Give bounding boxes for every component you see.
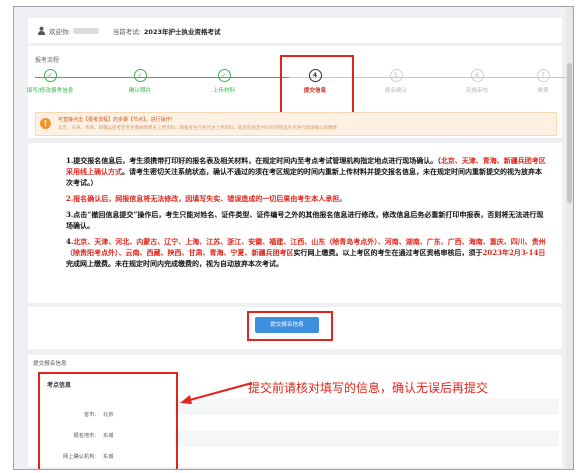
submit-info-button[interactable]: 提交报名信息 [255, 317, 319, 333]
info-value: 北京 [103, 412, 114, 418]
step-number: 5 [389, 69, 403, 82]
step-6[interactable]: 6 资格审核 [447, 69, 507, 94]
step-label: 确认照片 [128, 88, 152, 94]
step-label: 资格审核 [465, 88, 489, 94]
info-value: 东城 [103, 433, 114, 439]
instruction-3: 3.点击“撤回信息提交”操作后，考生只能对姓名、证件类型、证件编号之外的其他报名… [66, 210, 544, 230]
step-label: 上传材料 [212, 88, 236, 94]
user-name-redacted [72, 27, 99, 34]
exam-site-info-box: 考点信息 省市: 北京 报名地市: 东城 网上确认机构: 东城 [38, 372, 178, 469]
instruction-1-tail: 。请考生密切关注系统状态，确认不通过的须在考区规定的时间内重新上传材料并提交报名… [66, 167, 542, 187]
notice-line-2: 北京、天津、青海、新疆兵团考区考生缴纳网费未上传资料，网报考生在各元注上传资料，… [58, 126, 337, 131]
step-1[interactable]: ✓ 填写/修改报考信息 [20, 69, 80, 94]
header-bar: 欢迎你: 当前考试: 2023年护士执业资格考试 [28, 18, 562, 43]
instruction-4-text: 实行网上缴费。以上考区的考生在通过考区资格审核后，须于 [293, 248, 483, 257]
current-exam-name: 2023年护士执业资格考试 [143, 27, 221, 36]
step-5[interactable]: 5 报名确认 [366, 69, 426, 94]
current-step-highlight [280, 55, 354, 114]
browser-frame: 欢迎你: 当前考试: 2023年护士执业资格考试 报考流程 ✓ 填写/修改报考信… [13, 6, 574, 470]
notice-line-1: 可直接点击【报考流程】的步骤【节点】，进行操作! [58, 117, 173, 123]
step-2[interactable]: ✓ 确认照片 [110, 69, 170, 94]
welcome-label: 欢迎你: [49, 27, 71, 36]
instruction-4-date: 2023年2月3-14日 [482, 248, 546, 257]
submitted-info-panel: 提交报名信息 考点信息 省市: 北京 报名地市: 东城 网上确认机构: 东城 提… [28, 355, 562, 469]
warning-icon: ! [40, 118, 51, 129]
step-3[interactable]: ✓ 上传材料 [194, 69, 254, 94]
info-key: 网上确认机构: [63, 454, 96, 460]
info-value: 东城 [103, 454, 114, 460]
instruction-2: 2.报名确认后，网报信息将无法修改，因填写失实、错误造成的一切后果由考生本人承担… [66, 194, 347, 203]
notice-banner: ! 可直接点击【报考流程】的步骤【节点】，进行操作! 北京、天津、青海、新疆兵团… [35, 112, 557, 136]
step-label: 填写/修改报考信息 [26, 88, 74, 94]
step-check-icon: ✓ [217, 69, 231, 82]
instructions-panel: 1.提交报名信息后，考生须携带打印好的报名表及相关材料，在规定时间内至考点考试管… [28, 143, 562, 303]
info-key: 报名地市: [73, 433, 97, 439]
step-7[interactable]: 7 缴费 [513, 69, 573, 94]
progress-title: 报考流程 [35, 57, 60, 64]
step-label: 报名确认 [384, 88, 408, 94]
step-number: 6 [470, 69, 484, 82]
verify-callout: 提交前请核对填写的信息，确认无误后再提交 [248, 381, 489, 395]
scrollbar[interactable] [566, 7, 573, 469]
instruction-4: 4.北京、天津、河北、内蒙古、辽宁、上海、江苏、浙江、安徽、福建、江西、山东（除… [66, 236, 546, 269]
info-key: 省市: [83, 412, 96, 418]
step-check-icon: ✓ [133, 69, 147, 82]
progress-panel: 报考流程 ✓ 填写/修改报考信息 ✓ 确认照片 ✓ 上传材料 4 提交信息 5 … [27, 46, 573, 138]
exam-site-title: 考点信息 [47, 382, 72, 389]
scrollbar-thumb[interactable] [567, 63, 572, 203]
instruction-4-tail: 完成网上缴费。未在规定时间内完成缴费的，视为自动放弃本次考试。 [66, 259, 283, 268]
info-section-title: 提交报名信息 [33, 361, 67, 367]
callout-arrow-icon [180, 382, 253, 404]
submit-panel: 提交报名信息 [28, 307, 562, 349]
user-icon [37, 26, 46, 35]
row-stripe [174, 431, 559, 447]
step-label: 缴费 [537, 88, 549, 94]
instruction-1: 1.提交报名信息后，考生须携带打印好的报名表及相关材料，在规定时间内至考点考试管… [66, 155, 546, 188]
instructions-text: 1.提交报名信息后，考生须携带打印好的报名表及相关材料，在规定时间内至考点考试管… [66, 155, 546, 274]
step-number: 7 [536, 69, 550, 82]
step-check-icon: ✓ [43, 69, 57, 82]
current-exam-label: 当前考试: [112, 27, 141, 36]
instruction-1-text: 1.提交报名信息后，考生须携带打印好的报名表及相关材料，在规定时间内至考点考试管… [66, 156, 441, 165]
